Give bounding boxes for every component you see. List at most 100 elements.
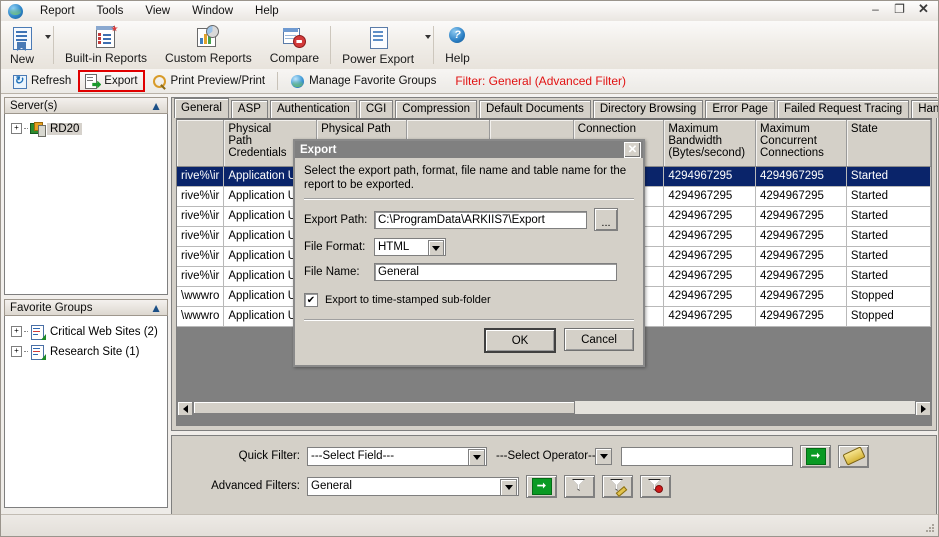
table-cell: Stopped bbox=[846, 286, 931, 307]
menu-item-help[interactable]: Help bbox=[244, 3, 290, 19]
tree-node-research-site[interactable]: + Research Site (1) bbox=[5, 343, 167, 360]
grid-column-header[interactable] bbox=[177, 120, 225, 167]
table-cell: \wwwro bbox=[177, 306, 225, 327]
tree-node-label: RD20 bbox=[47, 122, 83, 135]
close-button[interactable]: ✕ bbox=[917, 2, 930, 15]
menu-item-window[interactable]: Window bbox=[181, 3, 244, 19]
custom-reports-button[interactable]: Custom Reports bbox=[156, 21, 261, 67]
tab-failed-request-tracing[interactable]: Failed Request Tracing bbox=[776, 100, 910, 118]
chevron-up-icon[interactable]: ▲ bbox=[150, 100, 162, 112]
tree-node-critical-web-sites[interactable]: + Critical Web Sites (2) bbox=[5, 323, 167, 340]
new-report-dropdown[interactable] bbox=[43, 35, 52, 55]
cancel-button[interactable]: Cancel bbox=[564, 328, 634, 351]
export-button[interactable]: Export bbox=[78, 70, 145, 92]
title-bar: Report Tools View Window Help – ❐ ✕ bbox=[1, 1, 938, 21]
menu-item-tools[interactable]: Tools bbox=[86, 3, 135, 19]
table-cell: rive%\ir bbox=[177, 266, 225, 287]
grid-column-header[interactable]: Maximum Concurrent Connections bbox=[755, 120, 847, 167]
quick-filter-operator-select[interactable]: ---Select Operator--- bbox=[493, 446, 613, 466]
tab-error-page[interactable]: Error Page bbox=[705, 100, 775, 118]
scrollbar-track[interactable] bbox=[575, 401, 915, 414]
timestamp-subfolder-label: Export to time-stamped sub-folder bbox=[325, 294, 491, 306]
tab-handler-mappings[interactable]: Handler M bbox=[911, 100, 938, 118]
scroll-left-button[interactable] bbox=[177, 401, 193, 416]
resize-grip-icon[interactable] bbox=[925, 524, 935, 534]
menu-item-report[interactable]: Report bbox=[29, 3, 86, 19]
minimize-button[interactable]: – bbox=[869, 3, 882, 15]
quick-filter-apply-button[interactable]: ➞ bbox=[800, 444, 831, 468]
menu-item-view[interactable]: View bbox=[134, 3, 181, 19]
built-in-reports-button[interactable]: Built-in Reports bbox=[56, 21, 156, 67]
favorite-groups-panel-header[interactable]: Favorite Groups ▲ bbox=[4, 299, 168, 316]
grid-column-header[interactable]: Maximum Bandwidth (Bytes/second) bbox=[663, 120, 756, 167]
tree-node-rd20[interactable]: + RD20 bbox=[5, 120, 167, 137]
servers-tree[interactable]: + RD20 bbox=[4, 114, 168, 295]
chevron-down-icon[interactable] bbox=[428, 240, 444, 256]
table-cell: 4294967295 bbox=[755, 206, 847, 227]
restore-button[interactable]: ❐ bbox=[893, 3, 906, 15]
advanced-filter-new-button[interactable] bbox=[564, 474, 595, 498]
chevron-down-icon[interactable] bbox=[500, 478, 517, 496]
export-path-input[interactable]: C:\ProgramData\ARKIIS7\Export bbox=[374, 210, 587, 229]
grid-column-header[interactable]: State bbox=[846, 120, 931, 167]
ok-button[interactable]: OK bbox=[484, 328, 556, 353]
export-dialog-footer: OK Cancel bbox=[295, 319, 643, 365]
table-cell: 4294967295 bbox=[755, 286, 847, 307]
help-icon: ? bbox=[447, 24, 467, 50]
filter-status-text: Filter: General (Advanced Filter) bbox=[455, 74, 627, 88]
quick-filter-field-select[interactable]: ---Select Field--- bbox=[307, 446, 487, 466]
tab-compression[interactable]: Compression bbox=[395, 100, 478, 118]
chevron-down-icon[interactable] bbox=[468, 448, 485, 466]
favorite-groups-tree[interactable]: + Critical Web Sites (2) + Research Site… bbox=[4, 316, 168, 508]
chevron-up-icon[interactable]: ▲ bbox=[150, 302, 162, 314]
tab-authentication[interactable]: Authentication bbox=[269, 100, 357, 118]
new-report-icon bbox=[11, 25, 33, 51]
tab-cgi[interactable]: CGI bbox=[358, 100, 394, 118]
power-export-dropdown[interactable] bbox=[423, 35, 432, 55]
ribbon-group-power-export: Power Export bbox=[333, 21, 432, 69]
expander-icon[interactable]: + bbox=[11, 123, 22, 134]
table-cell: 4294967295 bbox=[755, 306, 847, 327]
new-report-button[interactable]: New bbox=[1, 22, 43, 68]
power-export-button[interactable]: Power Export bbox=[333, 22, 423, 68]
quick-filter-clear-button[interactable] bbox=[838, 444, 869, 468]
refresh-icon: ↻ bbox=[12, 74, 27, 89]
app-logo-icon bbox=[8, 3, 23, 19]
tab-asp[interactable]: ASP bbox=[230, 100, 268, 118]
manage-favorite-groups-button[interactable]: Manage Favorite Groups bbox=[283, 71, 443, 91]
quick-filter-row: Quick Filter: ---Select Field--- ---Sele… bbox=[172, 443, 936, 469]
tree-connector bbox=[24, 350, 28, 353]
timestamp-subfolder-row[interactable]: ✔ Export to time-stamped sub-folder bbox=[304, 293, 634, 307]
compare-button[interactable]: Compare bbox=[261, 21, 328, 67]
expander-icon[interactable]: + bbox=[11, 326, 22, 337]
triangle-right-icon bbox=[920, 404, 926, 413]
advanced-filter-select[interactable]: General bbox=[307, 476, 519, 496]
quick-filter-value-input[interactable] bbox=[621, 446, 793, 466]
file-name-label: File Name: bbox=[304, 266, 360, 278]
export-label: Export bbox=[104, 75, 138, 87]
tab-directory-browsing[interactable]: Directory Browsing bbox=[592, 100, 704, 118]
file-format-select[interactable]: HTML bbox=[374, 238, 446, 256]
refresh-button[interactable]: ↻ Refresh bbox=[5, 71, 78, 91]
help-button[interactable]: ? Help bbox=[436, 21, 479, 67]
file-format-label: File Format: bbox=[304, 241, 366, 253]
scroll-right-button[interactable] bbox=[915, 401, 931, 416]
advanced-filter-delete-button[interactable] bbox=[640, 474, 671, 498]
advanced-filter-edit-button[interactable] bbox=[602, 474, 633, 498]
timestamp-subfolder-checkbox[interactable]: ✔ bbox=[304, 293, 318, 307]
table-cell: 4294967295 bbox=[755, 246, 847, 267]
close-icon[interactable]: ✕ bbox=[624, 141, 641, 158]
chevron-down-icon bbox=[425, 35, 432, 39]
chevron-down-icon[interactable] bbox=[595, 447, 612, 465]
tab-default-documents[interactable]: Default Documents bbox=[479, 100, 591, 118]
table-cell: 4294967295 bbox=[663, 306, 756, 327]
tab-general[interactable]: General bbox=[174, 98, 229, 118]
advanced-filter-apply-button[interactable]: ➞ bbox=[526, 474, 557, 498]
grid-horizontal-scrollbar[interactable] bbox=[176, 400, 932, 416]
browse-button[interactable]: ... bbox=[594, 208, 618, 231]
print-preview-button[interactable]: Print Preview/Print bbox=[145, 71, 273, 91]
servers-panel-header[interactable]: Server(s) ▲ bbox=[4, 97, 168, 114]
scrollbar-thumb[interactable] bbox=[193, 401, 575, 414]
file-name-input[interactable]: General bbox=[374, 263, 617, 281]
expander-icon[interactable]: + bbox=[11, 346, 22, 357]
